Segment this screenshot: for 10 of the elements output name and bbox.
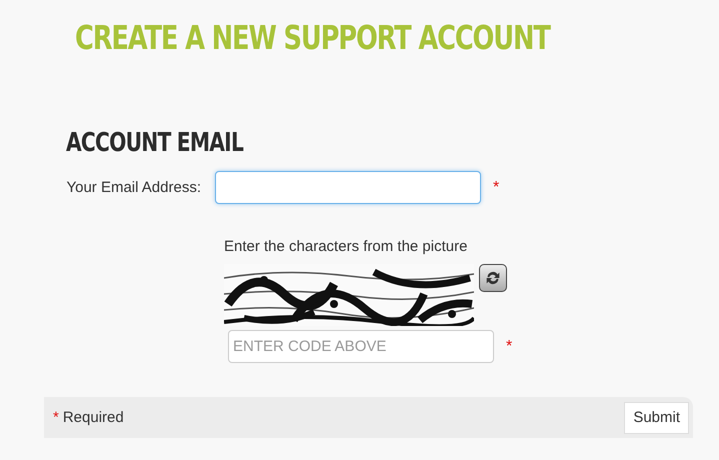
input-field[interactable]: ENTER CODE ABOVE: [228, 330, 494, 363]
required-mark: *: [493, 178, 500, 196]
submit-button[interactable]: Submit: [624, 402, 689, 434]
page-title: CREATE A NEW SUPPORT ACCOUNT: [75, 17, 552, 59]
required-mark: *: [506, 338, 512, 356]
required-mark: *: [53, 409, 59, 426]
field-label: Your Email Address:: [65, 179, 202, 196]
required-note: Required: [62, 409, 124, 426]
section-title: ACCOUNT EMAIL: [66, 127, 244, 160]
captcha-instruction: Enter the characters from the picture: [224, 238, 468, 256]
